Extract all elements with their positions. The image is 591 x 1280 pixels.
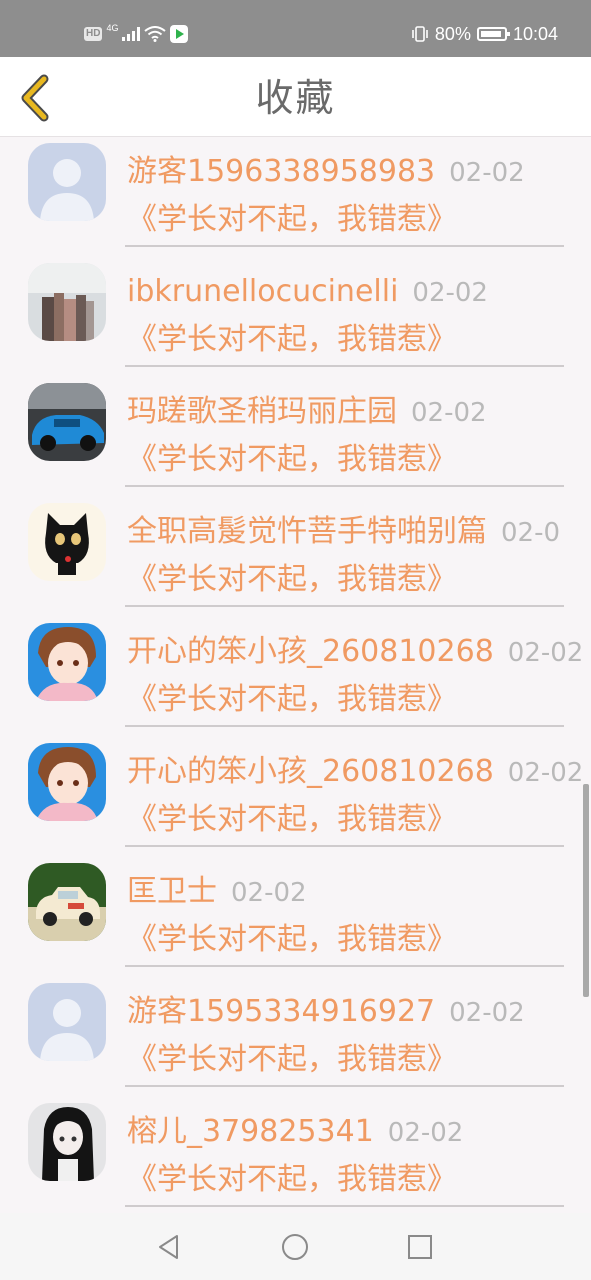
item-date: 02-0	[501, 518, 561, 548]
item-name-row: 榕儿_379825341 02-02	[127, 1113, 463, 1152]
book-title[interactable]: 《学长对不起，我错惹》	[127, 921, 457, 959]
list-item[interactable]: 全职高髲觉忤菩手特啪别篇 02-0 《学长对不起，我错惹》	[0, 497, 591, 617]
divider	[125, 365, 564, 367]
system-navigation-bar	[0, 1213, 591, 1280]
divider	[125, 725, 564, 727]
item-name-row: 开心的笨小孩_260810268 02-02	[127, 753, 583, 792]
item-name-row: 全职高髲觉忤菩手特啪别篇 02-0	[127, 513, 560, 552]
video-app-icon	[170, 25, 189, 43]
list-item[interactable]: 游客1596338958983 02-02 《学长对不起，我错惹》	[0, 137, 591, 257]
divider	[125, 845, 564, 847]
user-name: 游客1595334916927	[127, 994, 436, 1029]
user-name: 全职高髲觉忤菩手特啪别篇	[127, 514, 487, 549]
books-avatar[interactable]	[28, 263, 106, 341]
anime-avatar[interactable]	[28, 623, 106, 701]
battery-percent: 80%	[434, 23, 471, 44]
item-date: 02-02	[387, 1118, 464, 1148]
item-name-row: 开心的笨小孩_260810268 02-02	[127, 633, 583, 672]
user-name: 开心的笨小孩_260810268	[127, 754, 494, 789]
divider	[125, 485, 564, 487]
item-name-row: ibkrunellocucinelli 02-02	[127, 273, 488, 312]
book-title[interactable]: 《学长对不起，我错惹》	[127, 321, 457, 359]
scrollbar[interactable]	[583, 784, 589, 997]
cat-avatar[interactable]	[28, 503, 106, 581]
book-title[interactable]: 《学长对不起，我错惹》	[127, 1041, 457, 1079]
network-type-label: 4G	[106, 23, 119, 33]
user-name: ibkrunellocucinelli	[127, 274, 399, 309]
item-name-row: 匡卫士 02-02	[127, 873, 307, 912]
recents-square-icon[interactable]	[406, 1233, 434, 1261]
divider	[125, 1205, 564, 1207]
page-title: 收藏	[255, 76, 336, 120]
divider	[125, 1085, 564, 1087]
app-header: 收藏	[0, 57, 591, 137]
default-avatar[interactable]	[28, 143, 106, 221]
item-date: 02-02	[449, 998, 525, 1028]
status-bar: HD 4G 80% 10:04	[0, 0, 591, 57]
car-avatar[interactable]	[28, 383, 106, 461]
list-item[interactable]: ibkrunellocucinelli 02-02 《学长对不起，我错惹》	[0, 257, 591, 377]
item-date: 02-02	[507, 758, 584, 788]
divider	[125, 605, 564, 607]
home-circle-icon[interactable]	[281, 1233, 309, 1261]
item-name-row: 游客1596338958983 02-02	[127, 153, 525, 192]
item-date: 02-02	[231, 878, 307, 908]
item-date: 02-02	[507, 638, 584, 668]
list-item[interactable]: 开心的笨小孩_260810268 02-02 《学长对不起，我错惹》	[0, 737, 591, 857]
list-item[interactable]: 榕儿_379825341 02-02 《学长对不起，我错惹》	[0, 1097, 591, 1213]
divider	[125, 965, 564, 967]
wifi-icon	[144, 26, 167, 42]
status-left-icons: HD 4G	[84, 22, 189, 46]
book-title[interactable]: 《学长对不起，我错惹》	[127, 561, 457, 599]
divider	[125, 245, 564, 247]
list-item[interactable]: 匡卫士 02-02 《学长对不起，我错惹》	[0, 857, 591, 977]
status-right-icons: 80% 10:04	[411, 22, 558, 46]
item-date: 02-02	[412, 278, 488, 308]
book-title[interactable]: 《学长对不起，我错惹》	[127, 801, 457, 839]
back-triangle-icon[interactable]	[155, 1233, 183, 1261]
item-date: 02-02	[449, 158, 525, 188]
toy-car-avatar[interactable]	[28, 863, 106, 941]
default-avatar[interactable]	[28, 983, 106, 1061]
book-title[interactable]: 《学长对不起，我错惹》	[127, 201, 457, 239]
vibrate-icon	[412, 26, 428, 42]
clock-time: 10:04	[512, 23, 558, 44]
book-title[interactable]: 《学长对不起，我错惹》	[127, 681, 457, 719]
signal-icon	[122, 27, 141, 41]
girl-avatar[interactable]	[28, 1103, 106, 1181]
item-name-row: 玛蹉歌圣稍玛丽庄园 02-02	[127, 393, 487, 432]
list-item[interactable]: 游客1595334916927 02-02 《学长对不起，我错惹》	[0, 977, 591, 1097]
user-name: 游客1596338958983	[127, 154, 436, 189]
list-item[interactable]: 玛蹉歌圣稍玛丽庄园 02-02 《学长对不起，我错惹》	[0, 377, 591, 497]
book-title[interactable]: 《学长对不起，我错惹》	[127, 1161, 457, 1199]
hd-badge: HD	[84, 27, 103, 41]
item-name-row: 游客1595334916927 02-02	[127, 993, 525, 1032]
anime-avatar[interactable]	[28, 743, 106, 821]
user-name: 玛蹉歌圣稍玛丽庄园	[127, 394, 397, 429]
user-name: 榕儿_379825341	[127, 1114, 374, 1149]
book-title[interactable]: 《学长对不起，我错惹》	[127, 441, 457, 479]
item-date: 02-02	[411, 398, 487, 428]
list-item[interactable]: 开心的笨小孩_260810268 02-02 《学长对不起，我错惹》	[0, 617, 591, 737]
battery-icon	[476, 27, 510, 41]
favorites-list: 游客1596338958983 02-02 《学长对不起，我错惹》 ibkrune…	[0, 137, 591, 1213]
user-name: 匡卫士	[127, 874, 217, 909]
user-name: 开心的笨小孩_260810268	[127, 634, 494, 669]
